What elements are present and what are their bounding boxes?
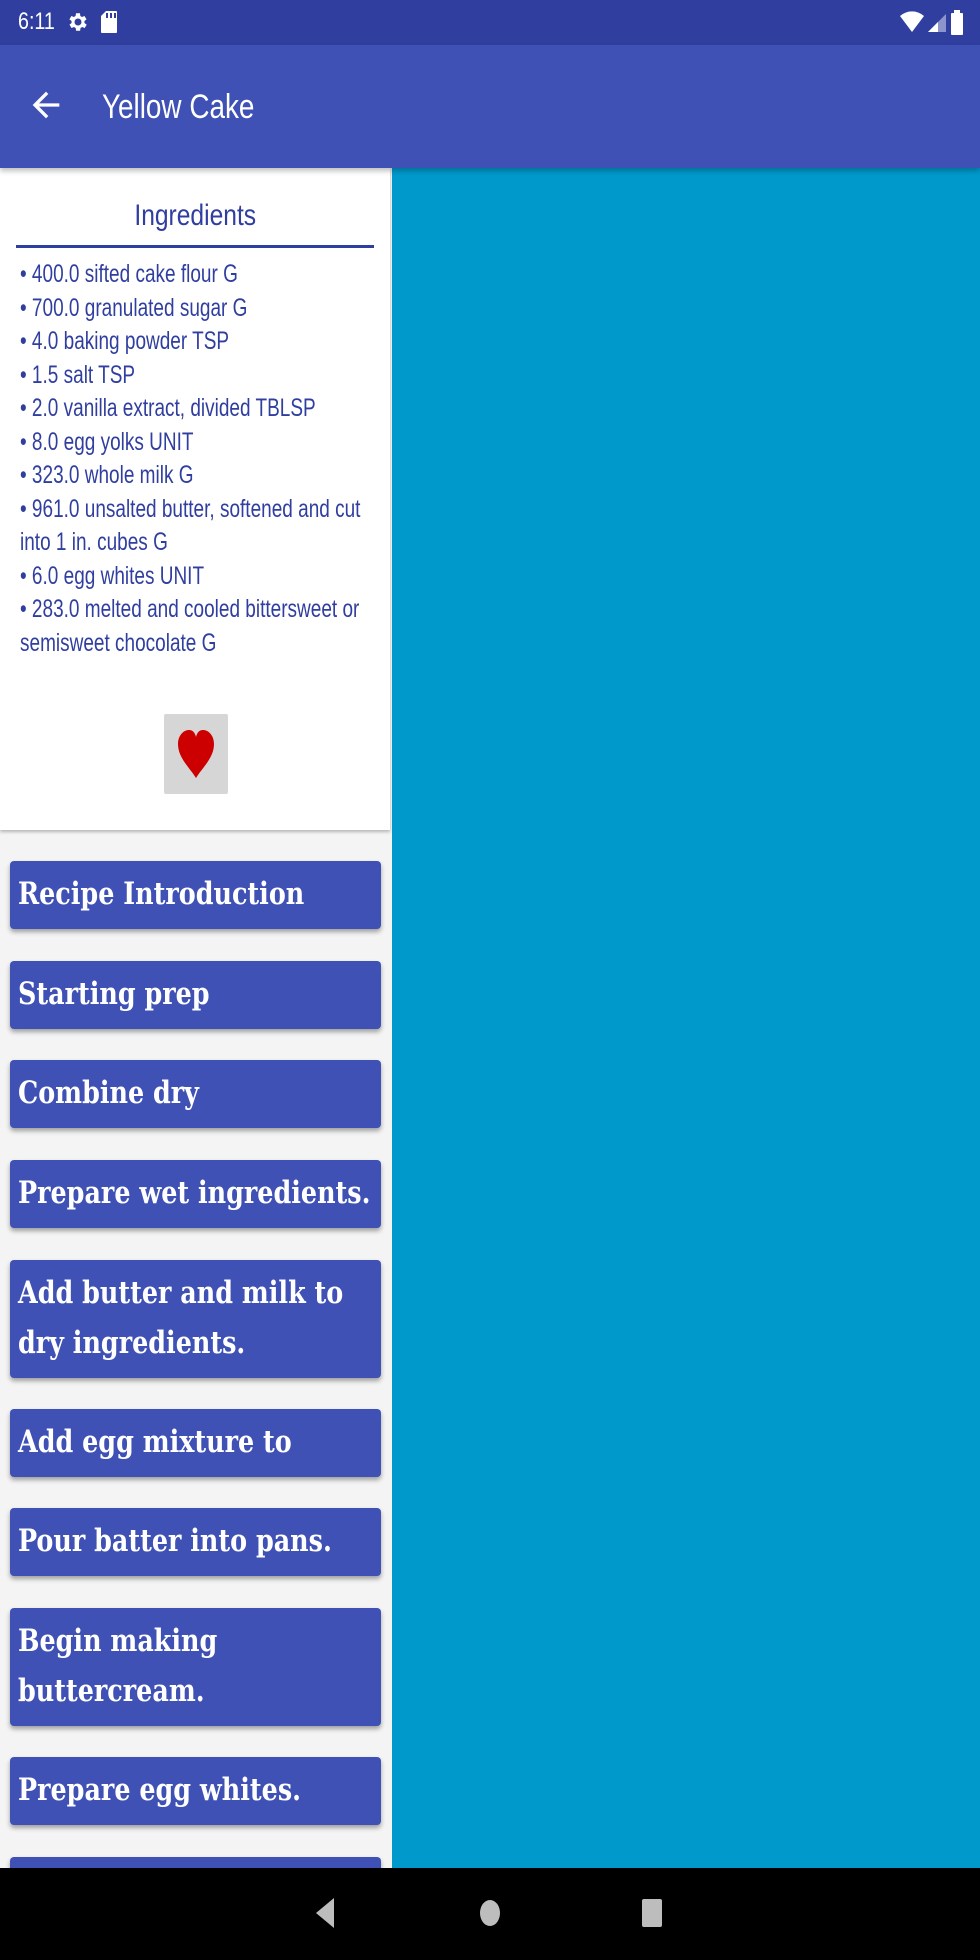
ingredients-title-text: Ingredients <box>134 199 256 232</box>
step-button-recipe-introduction[interactable]: Recipe Introduction <box>10 861 381 929</box>
recipe-master-pane[interactable]: Ingredients • 400.0 sifted cake flour G … <box>0 168 392 1868</box>
step-button-add-egg-mixture[interactable]: Add egg mixture to <box>10 1409 381 1477</box>
step-button-prepare-egg-whites[interactable]: Prepare egg whites. <box>10 1757 381 1825</box>
app-bar: Yellow Cake <box>0 45 980 168</box>
ingredients-divider <box>16 245 374 248</box>
ingredient-item: • 4.0 baking powder TSP <box>20 327 230 355</box>
system-nav-bar <box>0 1868 980 1960</box>
ingredient-item: • 1.5 salt TSP <box>20 360 136 389</box>
step-button-add-butter-and-milk[interactable]: Add butter and milk to dry ingredients. <box>10 1260 381 1378</box>
ingredient-item: • 961.0 unsalted butter, softened and cu… <box>20 494 361 557</box>
ingredient-item: • 8.0 egg yolks UNIT <box>20 427 194 456</box>
step-label: Prepare wet ingredients. <box>18 1175 371 1211</box>
arrow-back-icon[interactable] <box>26 85 66 125</box>
page-title: Yellow Cake <box>102 88 255 126</box>
heart-icon <box>178 730 214 778</box>
step-button-pour-batter[interactable]: Pour batter into pans. <box>10 1508 381 1576</box>
wifi-icon <box>900 11 924 32</box>
ingredient-list: • 400.0 sifted cake flour G • 700.0 gran… <box>20 258 377 660</box>
step-label: Pour batter into pans. <box>18 1523 332 1559</box>
ingredient-item: • 2.0 vanilla extract, divided TBLSP <box>20 394 316 422</box>
ingredient-item: • 283.0 melted and cooled bittersweet or… <box>20 595 360 657</box>
ingredient-item: • 400.0 sifted cake flour G <box>20 260 238 288</box>
ingredient-item: • 323.0 whole milk G <box>20 461 194 489</box>
step-button-combine-dry[interactable]: Combine dry <box>10 1060 381 1128</box>
gear-icon <box>69 13 87 31</box>
step-label: Combine dry <box>18 1075 199 1111</box>
nav-recents-icon[interactable] <box>641 1896 663 1930</box>
step-label: Starting prep <box>18 976 210 1012</box>
battery-icon <box>951 10 963 35</box>
step-button-begin-buttercream[interactable]: Begin making buttercream. <box>10 1608 381 1726</box>
ingredient-item: • 700.0 granulated sugar G <box>20 293 248 322</box>
sd-card-icon <box>101 11 117 33</box>
nav-home-icon[interactable] <box>478 1896 502 1930</box>
favorite-button[interactable] <box>164 714 228 794</box>
step-detail-pane <box>392 168 980 1868</box>
step-button-prepare-wet-ingredients[interactable]: Prepare wet ingredients. <box>10 1160 381 1228</box>
step-label: Add butter and milk to dry ingredients. <box>18 1275 344 1361</box>
step-button-starting-prep[interactable]: Starting prep <box>10 961 381 1029</box>
ingredient-item: • 6.0 egg whites UNIT <box>20 561 205 590</box>
step-button-next[interactable] <box>10 1857 381 1868</box>
cell-signal-icon <box>928 14 946 32</box>
nav-back-icon[interactable] <box>314 1896 336 1930</box>
step-label: Prepare egg whites. <box>18 1772 302 1808</box>
step-label: Begin making buttercream. <box>18 1623 218 1709</box>
status-bar: 6:11 <box>0 0 980 45</box>
step-label: Add egg mixture to <box>18 1424 292 1460</box>
status-time: 6:11 <box>18 8 55 35</box>
step-label: Recipe Introduction <box>18 876 305 912</box>
ingredients-card: Ingredients • 400.0 sifted cake flour G … <box>0 168 390 830</box>
ingredients-title: Ingredients <box>16 198 374 234</box>
